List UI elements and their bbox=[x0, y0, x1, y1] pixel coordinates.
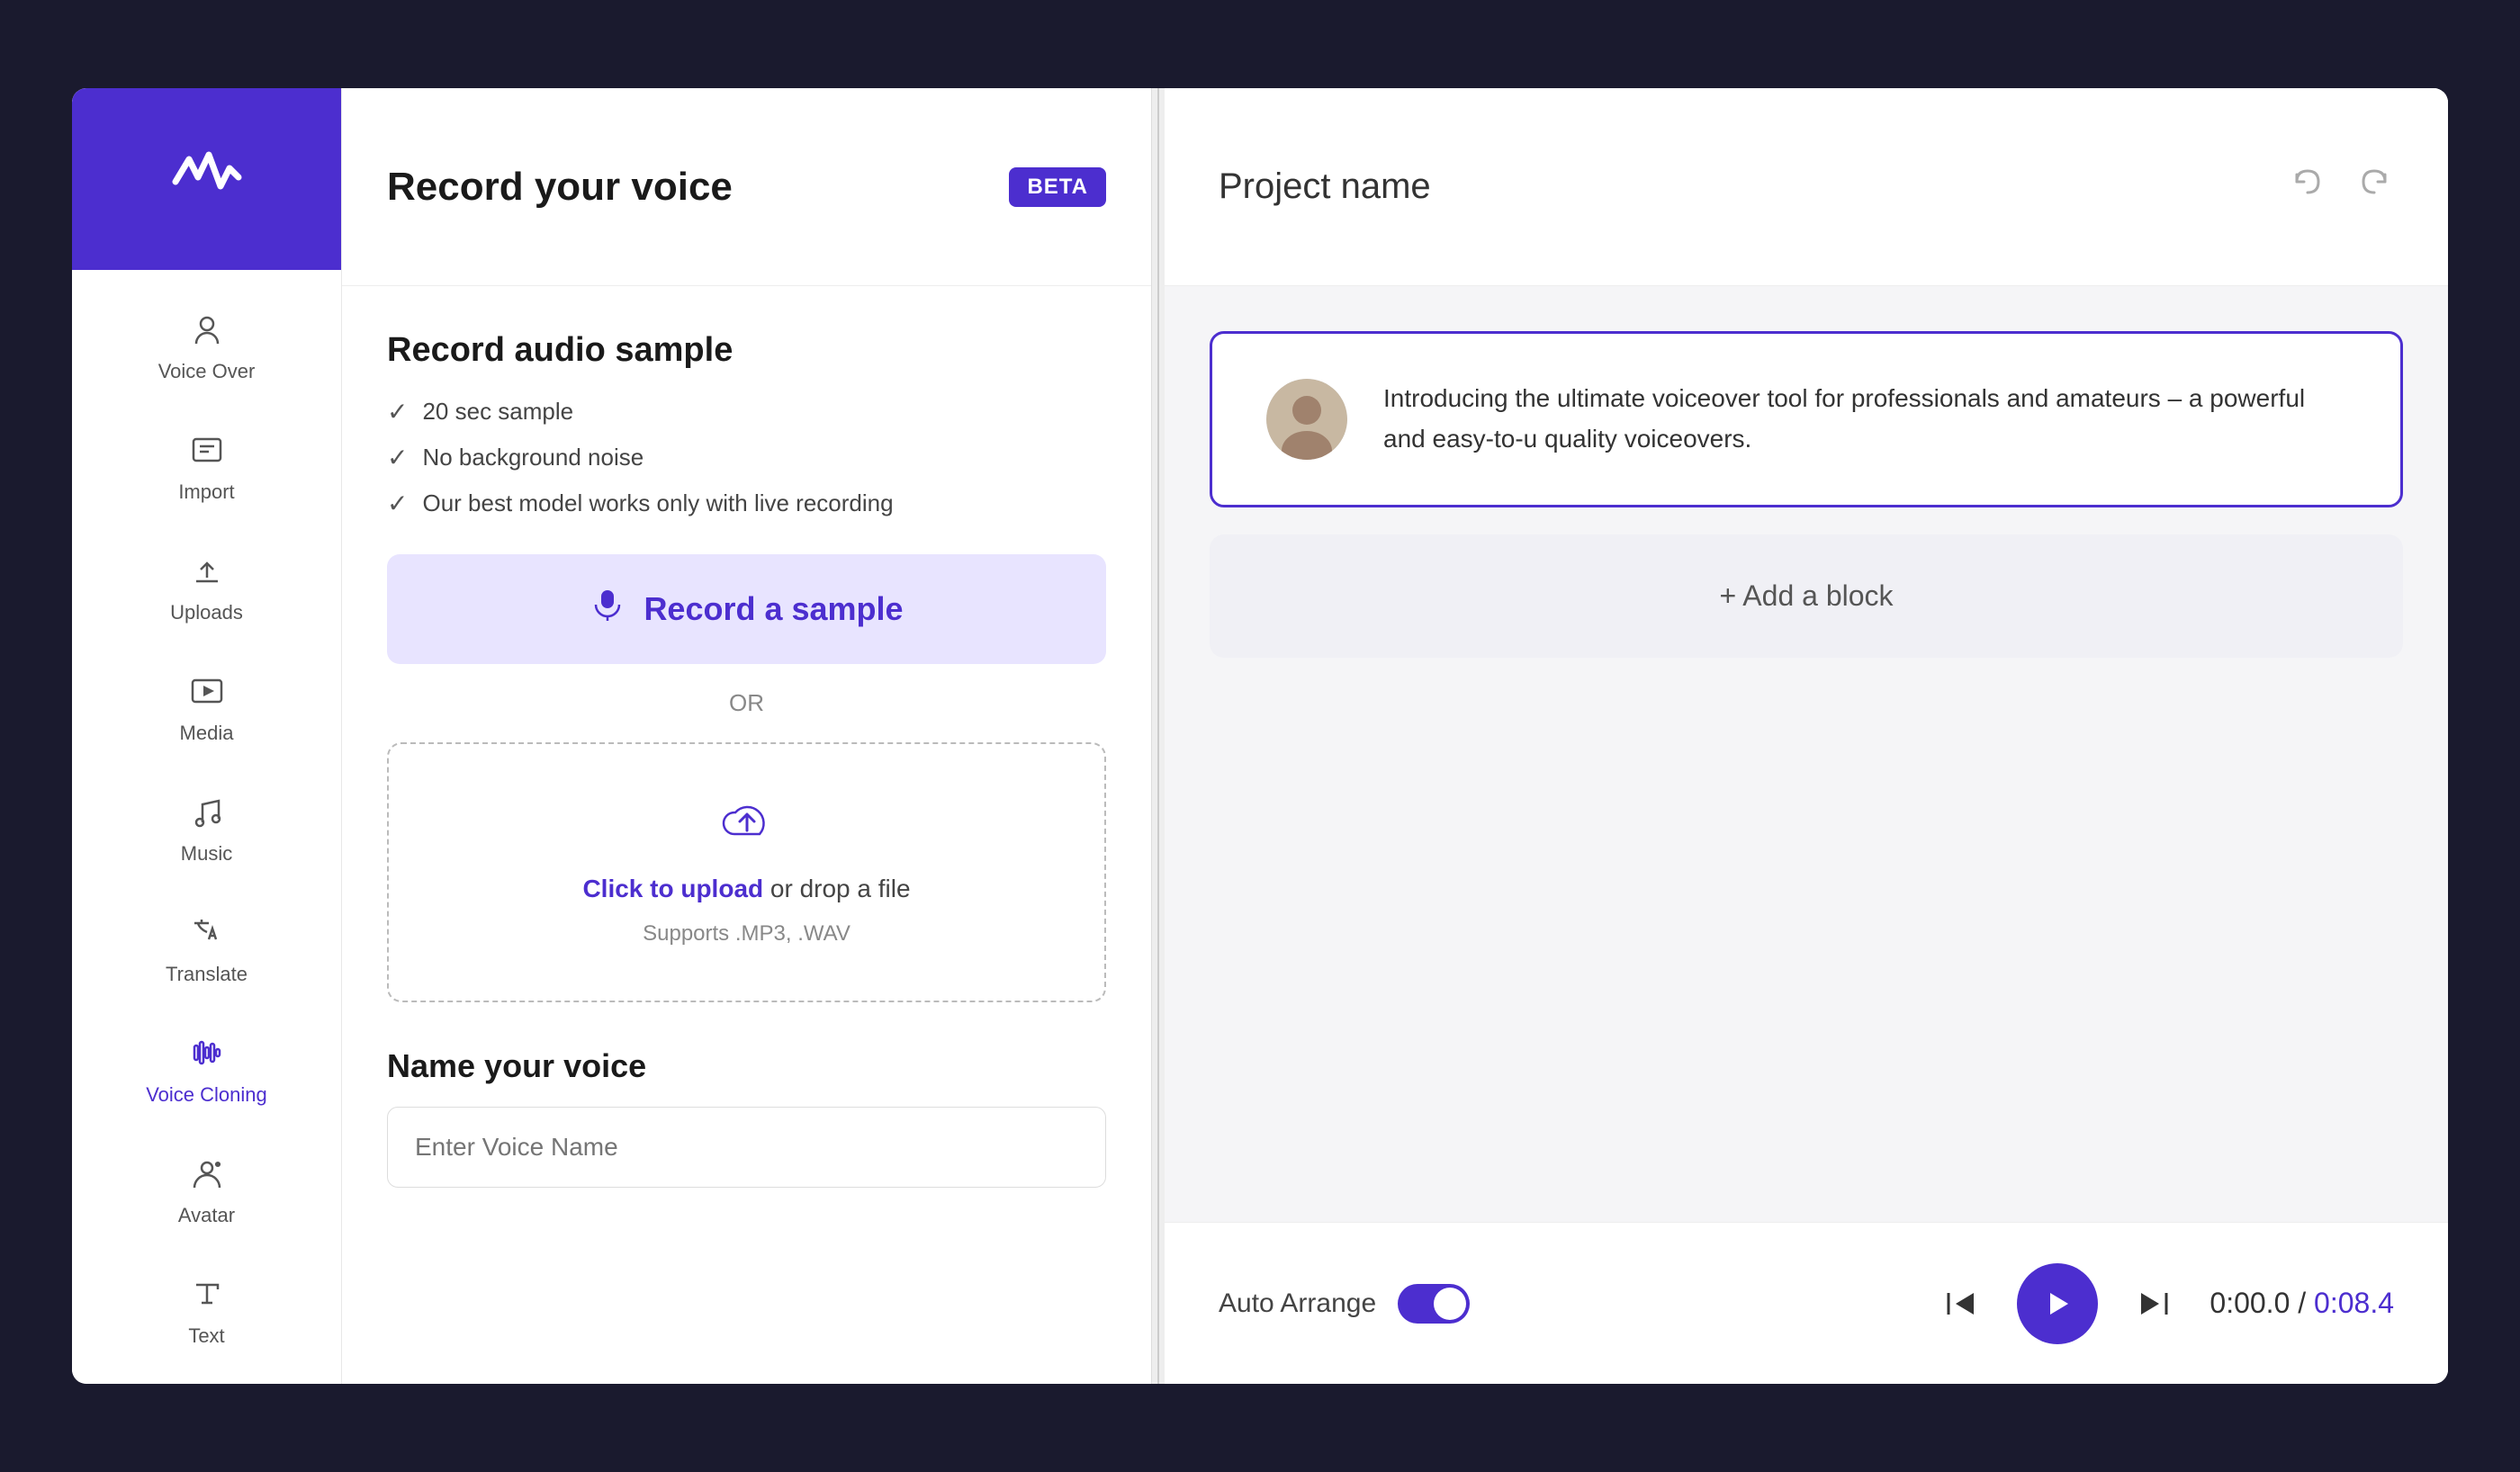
upload-subtext: Supports .MP3, .WAV bbox=[643, 921, 850, 947]
sidebar-item-avatar[interactable]: Avatar bbox=[83, 1132, 330, 1245]
app-window: Voice Over Import bbox=[72, 88, 2448, 1384]
main-content: Project name bbox=[1165, 88, 2448, 1384]
add-block-area[interactable]: + Add a block bbox=[1210, 534, 2403, 658]
sidebar-item-music[interactable]: Music bbox=[83, 770, 330, 884]
redo-button[interactable] bbox=[2354, 162, 2394, 211]
record-btn-label: Record a sample bbox=[644, 590, 903, 628]
check-item-2: ✓ No background noise bbox=[387, 443, 1106, 472]
skip-forward-button[interactable] bbox=[2134, 1284, 2174, 1324]
header-actions bbox=[2288, 162, 2394, 211]
check-item-1: ✓ 20 sec sample bbox=[387, 397, 1106, 426]
text-icon bbox=[184, 1270, 230, 1317]
name-section-title: Name your voice bbox=[387, 1047, 1106, 1085]
time-separator: / bbox=[2290, 1287, 2314, 1319]
auto-arrange-label: Auto Arrange bbox=[1219, 1288, 1376, 1319]
sidebar-item-media[interactable]: Media bbox=[83, 650, 330, 763]
upload-text: Click to upload or drop a file bbox=[582, 875, 910, 903]
record-audio-title: Record audio sample bbox=[387, 331, 1106, 370]
undo-button[interactable] bbox=[2288, 162, 2327, 211]
block-text: Introducing the ultimate voiceover tool … bbox=[1383, 379, 2346, 460]
voice-name-input[interactable] bbox=[387, 1107, 1106, 1188]
skip-back-button[interactable] bbox=[1941, 1284, 1981, 1324]
sidebar-item-uploads[interactable]: Uploads bbox=[83, 529, 330, 642]
logo-icon bbox=[171, 146, 243, 212]
avatar-icon bbox=[184, 1150, 230, 1197]
project-name: Project name bbox=[1219, 166, 1431, 207]
upload-link[interactable]: Click to upload bbox=[582, 875, 763, 902]
sidebar-item-voice-over[interactable]: Voice Over bbox=[83, 288, 330, 401]
voice-over-icon bbox=[184, 306, 230, 353]
add-block-button[interactable]: + Add a block bbox=[1719, 579, 1893, 613]
uploads-icon bbox=[184, 547, 230, 594]
beta-badge: BETA bbox=[1009, 167, 1106, 207]
import-icon bbox=[184, 426, 230, 473]
sidebar-logo bbox=[72, 88, 341, 270]
left-panel-header: Record your voice BETA bbox=[342, 88, 1151, 286]
checklist: ✓ 20 sec sample ✓ No background noise ✓ … bbox=[387, 397, 1106, 518]
check-mark-2: ✓ bbox=[387, 443, 408, 472]
main-header: Project name bbox=[1165, 88, 2448, 286]
sidebar-nav: Voice Over Import bbox=[72, 270, 341, 1384]
bottom-bar: Auto Arrange bbox=[1165, 1222, 2448, 1384]
time-display: 0:00.0 / 0:08.4 bbox=[2210, 1287, 2394, 1320]
mic-icon bbox=[590, 587, 626, 632]
playback-controls: 0:00.0 / 0:08.4 bbox=[1941, 1263, 2394, 1344]
upload-zone[interactable]: Click to upload or drop a file Supports … bbox=[387, 742, 1106, 1002]
voice-cloning-icon bbox=[184, 1029, 230, 1076]
media-icon bbox=[184, 668, 230, 714]
play-button[interactable] bbox=[2017, 1263, 2098, 1344]
time-current: 0:00.0 bbox=[2210, 1287, 2290, 1319]
sidebar-item-voice-cloning[interactable]: Voice Cloning bbox=[83, 1011, 330, 1125]
sidebar: Voice Over Import bbox=[72, 88, 342, 1384]
translate-icon bbox=[184, 909, 230, 956]
avatar bbox=[1266, 379, 1347, 460]
panel-title: Record your voice bbox=[387, 165, 733, 210]
auto-arrange: Auto Arrange bbox=[1219, 1284, 1470, 1324]
time-total: 0:08.4 bbox=[2314, 1287, 2394, 1319]
sidebar-item-text[interactable]: Text bbox=[83, 1252, 330, 1366]
music-icon bbox=[184, 788, 230, 835]
content-area: Introducing the ultimate voiceover tool … bbox=[1165, 286, 2448, 1222]
left-panel: Record your voice BETA Record audio samp… bbox=[342, 88, 1152, 1384]
auto-arrange-toggle[interactable] bbox=[1398, 1284, 1470, 1324]
check-mark-3: ✓ bbox=[387, 489, 408, 518]
text-block: Introducing the ultimate voiceover tool … bbox=[1210, 331, 2403, 507]
check-mark-1: ✓ bbox=[387, 397, 408, 426]
or-divider: OR bbox=[387, 689, 1106, 717]
check-item-3: ✓ Our best model works only with live re… bbox=[387, 489, 1106, 518]
upload-cloud-icon bbox=[720, 798, 774, 857]
sidebar-item-translate[interactable]: Translate bbox=[83, 891, 330, 1004]
panel-divider bbox=[1152, 88, 1165, 1384]
sidebar-item-import[interactable]: Import bbox=[83, 408, 330, 522]
panel-content: Record audio sample ✓ 20 sec sample ✓ No… bbox=[342, 286, 1151, 1384]
record-sample-button[interactable]: Record a sample bbox=[387, 554, 1106, 664]
